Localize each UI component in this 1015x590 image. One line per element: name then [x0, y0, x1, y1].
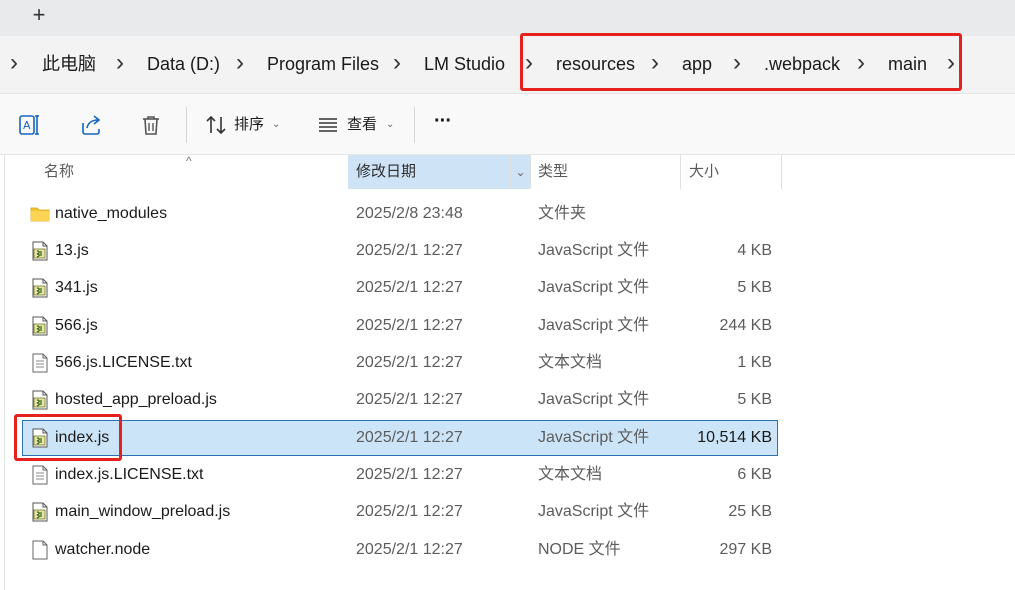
blank-file-icon: [30, 540, 50, 560]
file-type: NODE 文件: [538, 541, 621, 558]
chevron-right-icon[interactable]: [236, 52, 244, 76]
file-size: 10,514 KB: [697, 429, 772, 446]
column-header-date[interactable]: 修改日期: [348, 155, 530, 189]
file-name: 566.js: [55, 317, 98, 334]
js-file-icon: [30, 278, 50, 298]
file-name: index.js.LICENSE.txt: [55, 466, 204, 483]
chevron-down-icon[interactable]: ⌄: [272, 115, 280, 135]
file-type: JavaScript 文件: [538, 391, 650, 408]
sort-ascending-icon: ^: [186, 154, 192, 168]
file-name: 13.js: [55, 242, 89, 259]
file-date: 2025/2/1 12:27: [356, 503, 463, 520]
new-tab-button[interactable]: +: [24, 3, 54, 29]
list-item[interactable]: watcher.node 2025/2/1 12:27 NODE 文件 297 …: [22, 532, 778, 568]
file-size: 297 KB: [719, 541, 772, 558]
chevron-right-icon[interactable]: [10, 52, 18, 76]
breadcrumb-item-program-files[interactable]: Program Files: [267, 52, 379, 76]
file-size: 25 KB: [728, 503, 772, 520]
file-type: 文本文档: [538, 466, 603, 483]
file-name: native_modules: [55, 205, 168, 222]
list-item[interactable]: 341.js 2025/2/1 12:27 JavaScript 文件 5 KB: [22, 270, 778, 306]
file-type: JavaScript 文件: [538, 503, 650, 520]
chevron-right-icon[interactable]: [393, 52, 401, 76]
file-date: 2025/2/1 12:27: [356, 391, 463, 408]
file-size: 5 KB: [737, 279, 772, 296]
tab-strip: +: [0, 0, 1015, 36]
js-file-icon: [30, 502, 50, 522]
delete-icon[interactable]: [139, 113, 163, 137]
folder-icon: [30, 204, 50, 224]
file-date: 2025/2/8 23:48: [356, 205, 463, 222]
file-date: 2025/2/1 12:27: [356, 242, 463, 259]
js-file-icon: [30, 241, 50, 261]
file-type: JavaScript 文件: [538, 317, 650, 334]
share-icon[interactable]: [79, 113, 103, 137]
js-file-icon: [30, 316, 50, 336]
list-item[interactable]: 566.js.LICENSE.txt 2025/2/1 12:27 文本文档 1…: [22, 345, 778, 381]
column-divider[interactable]: [781, 155, 782, 189]
file-date: 2025/2/1 12:27: [356, 541, 463, 558]
view-button[interactable]: 查看: [347, 115, 377, 135]
js-file-icon: [30, 390, 50, 410]
file-date: 2025/2/1 12:27: [356, 466, 463, 483]
command-bar: A 排序 ⌄ 查看 ⌄ ···: [0, 95, 1015, 155]
file-size: 244 KB: [719, 317, 772, 334]
sort-button[interactable]: 排序: [234, 115, 264, 135]
file-name: 341.js: [55, 279, 98, 296]
breadcrumb-item-data-drive[interactable]: Data (D:): [147, 52, 220, 76]
column-filter-dropdown-icon[interactable]: ⌄: [511, 158, 530, 186]
text-file-icon: [30, 353, 50, 373]
column-header-type[interactable]: 类型: [530, 155, 680, 189]
column-header-row: 名称 修改日期 类型 大小: [0, 155, 1015, 189]
path-highlight-box: [520, 33, 962, 91]
view-icon[interactable]: [316, 113, 340, 137]
sort-icon[interactable]: [204, 113, 228, 137]
toolbar-divider: [186, 107, 187, 143]
list-item[interactable]: native_modules 2025/2/8 23:48 文件夹: [22, 196, 778, 232]
list-item[interactable]: hosted_app_preload.js 2025/2/1 12:27 Jav…: [22, 382, 778, 418]
file-date: 2025/2/1 12:27: [356, 354, 463, 371]
list-item[interactable]: 566.js 2025/2/1 12:27 JavaScript 文件 244 …: [22, 308, 778, 344]
file-highlight-box: [14, 414, 122, 461]
file-date: 2025/2/1 12:27: [356, 429, 463, 446]
file-type: JavaScript 文件: [538, 429, 650, 446]
pane-border: [4, 155, 5, 590]
file-type: 文本文档: [538, 354, 603, 371]
rename-icon[interactable]: A: [18, 113, 42, 137]
file-name: watcher.node: [55, 541, 151, 558]
chevron-down-icon[interactable]: ⌄: [386, 115, 394, 135]
column-header-size[interactable]: 大小: [681, 155, 781, 189]
file-type: JavaScript 文件: [538, 242, 650, 259]
file-name: 566.js.LICENSE.txt: [55, 354, 192, 371]
list-item-selected[interactable]: index.js 2025/2/1 12:27 JavaScript 文件 10…: [22, 420, 778, 456]
file-name: hosted_app_preload.js: [55, 391, 217, 408]
column-header-name[interactable]: 名称: [36, 155, 348, 189]
file-size: 1 KB: [737, 354, 772, 371]
file-type: JavaScript 文件: [538, 279, 650, 296]
file-date: 2025/2/1 12:27: [356, 317, 463, 334]
file-type: 文件夹: [538, 205, 587, 222]
file-name: main_window_preload.js: [55, 503, 231, 520]
chevron-right-icon[interactable]: [116, 52, 124, 76]
more-options-button[interactable]: ···: [434, 111, 452, 131]
list-item[interactable]: 13.js 2025/2/1 12:27 JavaScript 文件 4 KB: [22, 233, 778, 269]
svg-text:A: A: [23, 119, 31, 132]
file-size: 6 KB: [737, 466, 772, 483]
breadcrumb-item-this-pc[interactable]: 此电脑: [42, 52, 96, 76]
toolbar-divider: [414, 107, 415, 143]
breadcrumb-item-lm-studio[interactable]: LM Studio: [424, 52, 505, 76]
list-item[interactable]: index.js.LICENSE.txt 2025/2/1 12:27 文本文档…: [22, 457, 778, 493]
file-size: 4 KB: [737, 242, 772, 259]
file-date: 2025/2/1 12:27: [356, 279, 463, 296]
text-file-icon: [30, 465, 50, 485]
list-item[interactable]: main_window_preload.js 2025/2/1 12:27 Ja…: [22, 494, 778, 530]
file-size: 5 KB: [737, 391, 772, 408]
